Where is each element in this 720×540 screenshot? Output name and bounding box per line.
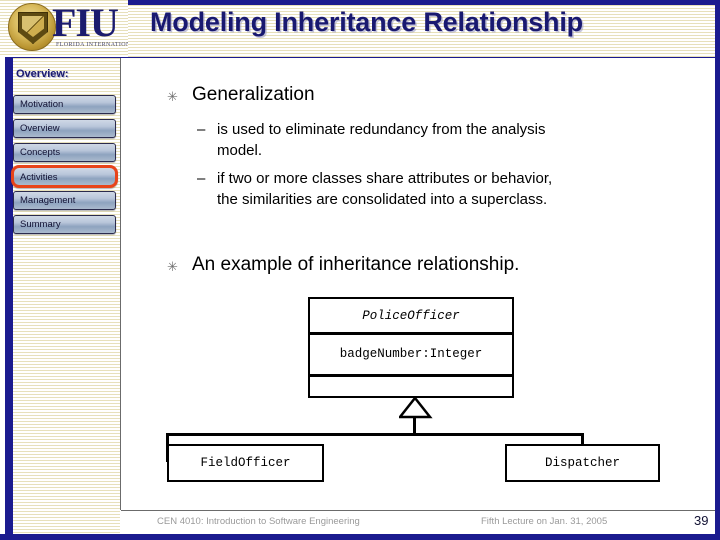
- uml-class-name-row: PoliceOfficer: [310, 299, 512, 332]
- sidebar-heading: Overview:: [16, 68, 69, 80]
- sidebar-item-activities[interactable]: Activities: [11, 165, 118, 188]
- sidebar-item-motivation[interactable]: Motivation: [13, 95, 116, 114]
- sidebar-accent-bar: [5, 58, 13, 534]
- fiu-seal-icon: [8, 3, 56, 51]
- uml-class-name: PoliceOfficer: [362, 308, 460, 323]
- slide-border-bottom: [0, 534, 720, 540]
- uml-operations-row: [310, 376, 512, 397]
- slide-border-right: [715, 0, 720, 540]
- body-subline: model.: [217, 142, 263, 159]
- uml-class-dispatcher: Dispatcher: [505, 444, 660, 482]
- uml-class-policeofficer: PoliceOfficer badgeNumber:Integer: [308, 297, 514, 398]
- uml-attribute: badgeNumber:Integer: [339, 347, 483, 361]
- dash-glyph-icon: –: [197, 121, 206, 138]
- footer-lecture: Fifth Lecture on Jan. 31, 2005: [481, 516, 608, 527]
- page-number: 39: [694, 513, 709, 528]
- sidebar-item-label: Overview: [20, 123, 60, 134]
- sidebar-item-label: Summary: [20, 219, 61, 230]
- fiu-crest-icon: [18, 12, 48, 44]
- uml-class-name: FieldOfficer: [200, 455, 291, 470]
- bullet-glyph-icon: ✳: [167, 89, 178, 104]
- fiu-logo: FIU FLORIDA INTERNATIONAL UNIVERSITY: [0, 0, 128, 57]
- sidebar-item-summary[interactable]: Summary: [13, 215, 116, 234]
- fiu-logo-subtitle: FLORIDA INTERNATIONAL UNIVERSITY: [56, 41, 128, 49]
- footer-course: CEN 4010: Introduction to Software Engin…: [157, 516, 360, 527]
- dash-glyph-icon: –: [197, 170, 206, 187]
- body-subline: is used to eliminate redundancy from the…: [217, 121, 546, 138]
- generalization-bus: [166, 433, 584, 436]
- uml-class-name: Dispatcher: [544, 455, 620, 470]
- uml-attributes-row: badgeNumber:Integer: [310, 334, 512, 374]
- uml-class-fieldofficer: FieldOfficer: [167, 444, 324, 482]
- sidebar-item-label: Concepts: [20, 147, 61, 158]
- page-title: Modeling Inheritance Relationship: [150, 7, 583, 37]
- sidebar-item-overview[interactable]: Overview: [13, 119, 116, 138]
- uml-class-name-row: Dispatcher: [507, 446, 658, 479]
- sidebar-item-label: Management: [20, 195, 76, 206]
- sidebar-item-label: Activities: [20, 172, 58, 183]
- fiu-logo-letters: FIU: [52, 0, 119, 45]
- sidebar-item-management[interactable]: Management: [13, 191, 116, 210]
- slide-body: ✳ Generalization – is used to eliminate …: [121, 58, 715, 510]
- body-subline: if two or more classes share attributes …: [217, 170, 553, 187]
- slide-canvas: FIU FLORIDA INTERNATIONAL UNIVERSITY Mod…: [0, 0, 720, 540]
- footer-divider: [121, 510, 715, 511]
- sidebar-item-label: Motivation: [20, 99, 64, 110]
- generalization-arrow-icon: [399, 397, 433, 419]
- body-heading-1: Generalization: [192, 84, 315, 105]
- body-subline: the similarities are consolidated into a…: [217, 191, 548, 208]
- uml-class-name-row: FieldOfficer: [169, 446, 322, 479]
- sidebar-item-concepts[interactable]: Concepts: [13, 143, 116, 162]
- body-heading-2: An example of inheritance relationship.: [192, 254, 520, 275]
- bullet-glyph-icon: ✳: [167, 259, 178, 274]
